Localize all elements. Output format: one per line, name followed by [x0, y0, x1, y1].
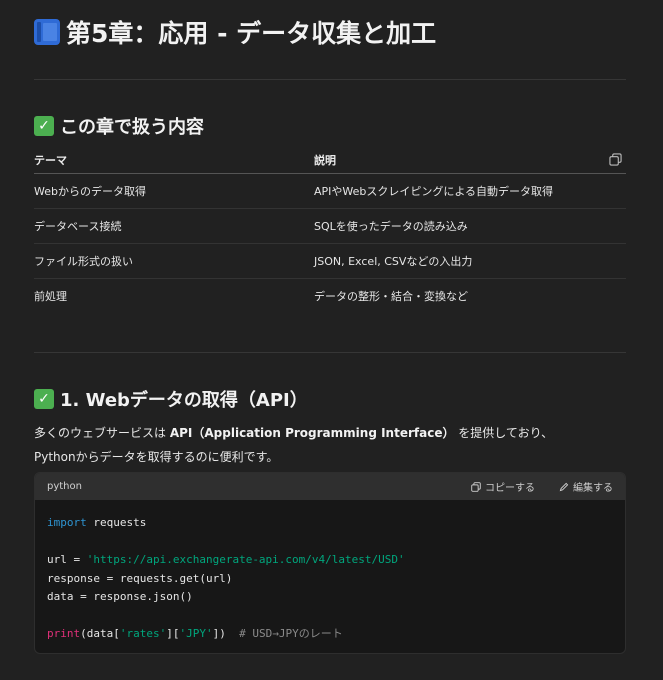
- edit-code-button[interactable]: 編集する: [559, 479, 613, 494]
- table-header-row: テーマ 説明: [34, 146, 626, 174]
- column-header-description: 説明: [314, 146, 626, 174]
- table-row: 前処理 データの整形・結合・変換など: [34, 279, 626, 314]
- divider: [34, 352, 626, 353]
- page-title: 第5章：応用 - データ収集と加工: [34, 14, 436, 50]
- code-actions: コピーする 編集する: [471, 479, 613, 494]
- table-cell: JSON, Excel, CSVなどの入出力: [314, 243, 626, 279]
- table-cell: 前処理: [34, 290, 67, 303]
- check-icon: ✓: [34, 389, 54, 409]
- section-heading-scope: ✓ この章で扱う内容: [34, 113, 204, 139]
- code-content[interactable]: import requests url = 'https://api.excha…: [35, 500, 625, 653]
- column-header-theme: テーマ: [34, 146, 314, 174]
- code-language: python: [47, 481, 82, 492]
- page-title-text: 第5章：応用 - データ収集と加工: [66, 19, 437, 48]
- book-icon: [34, 19, 60, 45]
- table-cell: APIやWebスクレイピングによる自動データ取得: [314, 173, 626, 209]
- table-row: Webからのデータ取得 APIやWebスクレイピングによる自動データ取得: [34, 173, 626, 209]
- table-cell: Webからのデータ取得: [34, 173, 314, 209]
- table-cell: SQLを使ったデータの読み込み: [314, 208, 626, 244]
- copy-code-button[interactable]: コピーする: [471, 479, 535, 494]
- table-cell: データの整形・結合・変換など: [314, 290, 468, 303]
- code-block: python コピーする 編集する import requests url = …: [34, 472, 626, 654]
- topics-table: テーマ 説明 Webからのデータ取得 APIやWebスクレイピングによる自動デー…: [34, 146, 626, 313]
- code-header: python コピーする 編集する: [35, 473, 625, 500]
- table-row: データベース接続 SQLを使ったデータの読み込み: [34, 208, 626, 244]
- copy-icon: [471, 481, 481, 492]
- section-paragraph: 多くのウェブサービスは API（Application Programming …: [34, 426, 554, 464]
- table-cell: ファイル形式の扱い: [34, 243, 314, 279]
- edit-icon: [559, 482, 569, 491]
- table-row: ファイル形式の扱い JSON, Excel, CSVなどの入出力: [34, 243, 626, 279]
- section-heading-web-api: ✓ 1. Webデータの取得（API）: [34, 386, 308, 412]
- check-icon: ✓: [34, 116, 54, 136]
- divider: [34, 79, 626, 80]
- table-cell: データベース接続: [34, 208, 314, 244]
